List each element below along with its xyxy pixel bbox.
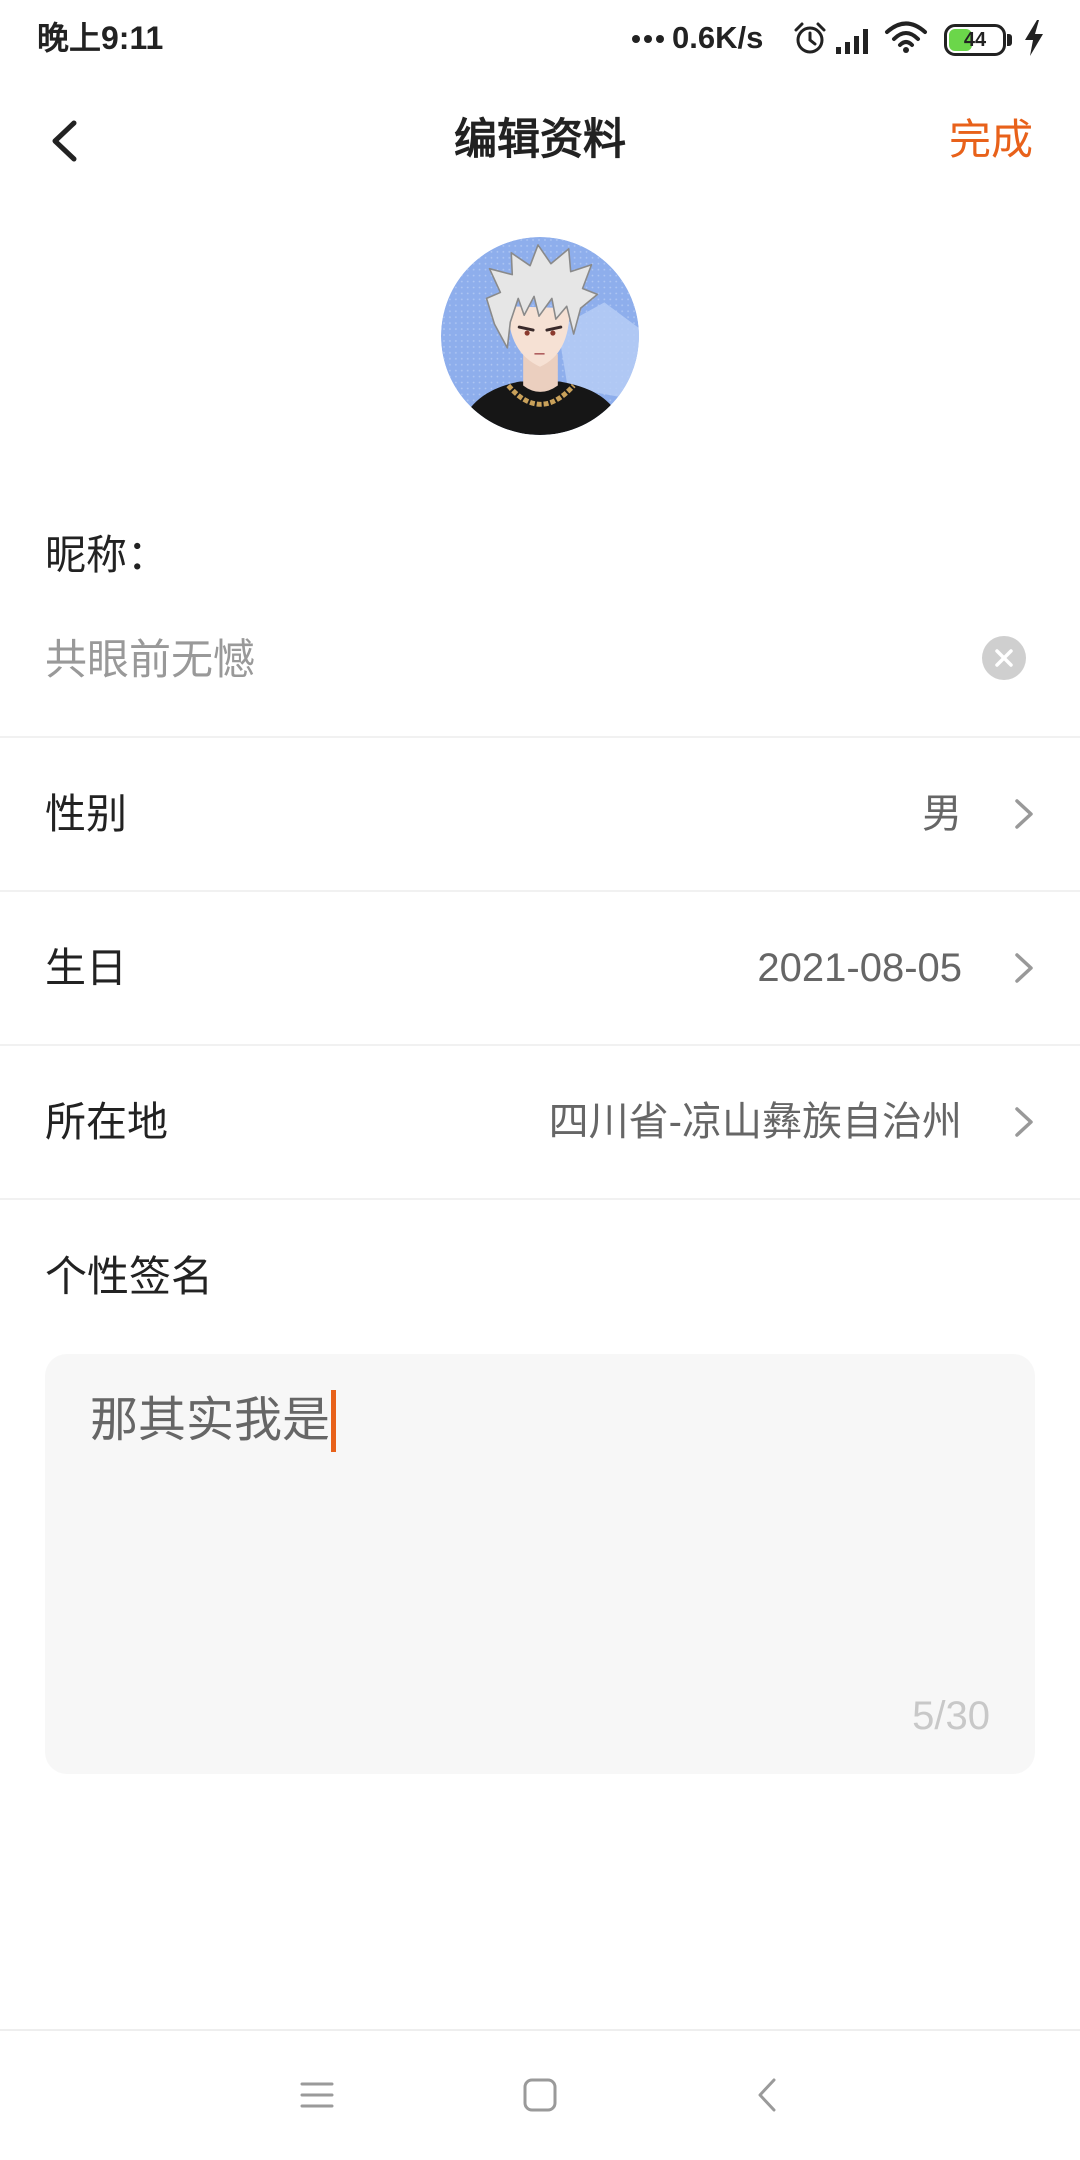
nickname-value: 共眼前无憾: [45, 636, 256, 683]
signature-label: 个性签名: [45, 1253, 214, 1300]
battery-nub: [1007, 34, 1012, 46]
avatar[interactable]: [441, 237, 639, 435]
nickname-label: 昵称：: [45, 532, 168, 578]
nickname-input[interactable]: 共眼前无憾: [45, 634, 955, 686]
battery-level: 44: [963, 29, 987, 51]
menu-icon: [300, 2082, 334, 2108]
signal-icon: [834, 23, 874, 55]
status-time: 晚上9:11: [37, 20, 164, 56]
signature-text-line: 那其实我是: [90, 1390, 337, 1452]
done-button[interactable]: 完成: [949, 112, 1033, 168]
row-gender[interactable]: 性别 男: [0, 738, 1080, 890]
avatar-image: [441, 237, 639, 435]
home-button[interactable]: [523, 2078, 557, 2112]
row-label: 性别: [45, 791, 127, 837]
battery-icon: 44: [944, 24, 1014, 56]
chevron-right-icon: [1015, 953, 1033, 983]
menu-button[interactable]: [300, 2081, 334, 2109]
battery-body: 44: [944, 24, 1006, 56]
charging-icon: [1022, 19, 1046, 57]
row-value: 男: [922, 792, 962, 836]
row-label: 所在地: [45, 1099, 168, 1145]
signature-value: 那其实我是: [90, 1394, 331, 1447]
row-value: 2021-08-05: [757, 946, 962, 990]
home-icon: [523, 2078, 557, 2112]
text-cursor: [331, 1390, 337, 1452]
more-notifications-icon: [632, 35, 670, 44]
row-birthday[interactable]: 生日 2021-08-05: [0, 892, 1080, 1044]
clear-icon: [982, 636, 1026, 680]
chevron-right-icon: [1015, 799, 1033, 829]
alarm-icon: [793, 21, 827, 55]
signature-input[interactable]: 那其实我是 5/30: [45, 1354, 1035, 1774]
character-counter: 5/30: [912, 1694, 990, 1738]
navigation-bar: [0, 2029, 1080, 2160]
chevron-right-icon: [1015, 1107, 1033, 1137]
wifi-icon: [884, 20, 928, 54]
clear-button[interactable]: [982, 636, 1026, 680]
status-bar: 晚上9:11 0.6K/s 44: [0, 0, 1080, 77]
system-back-button[interactable]: [756, 2077, 778, 2113]
divider: [0, 1198, 1080, 1200]
row-label: 生日: [45, 945, 127, 991]
page-title: 编辑资料: [454, 116, 626, 164]
row-value: 四川省-凉山彝族自治州: [548, 1100, 962, 1144]
row-location[interactable]: 所在地 四川省-凉山彝族自治州: [0, 1046, 1080, 1198]
network-speed: 0.6K/s: [672, 20, 764, 55]
back-icon: [758, 2078, 776, 2112]
